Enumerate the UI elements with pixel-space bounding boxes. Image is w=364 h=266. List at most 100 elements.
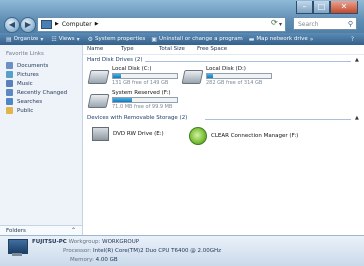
- address-separator-icon: ▶: [55, 21, 59, 27]
- address-chevron-icon[interactable]: ▶: [95, 18, 99, 31]
- chevron-up-icon: ▲: [355, 57, 359, 63]
- group-header-removable[interactable]: Devices with Removable Storage (2): [87, 115, 187, 121]
- clear-connection-icon: [189, 127, 207, 145]
- workgroup-label: Workgroup:: [68, 239, 101, 245]
- drive-item-c[interactable]: Local Disk (C:) 131 GB free of 149 GB: [87, 66, 178, 86]
- documents-icon: [6, 62, 13, 69]
- help-icon[interactable]: ?: [351, 36, 356, 43]
- help-glyph-icon: ?: [350, 35, 354, 43]
- pictures-icon: [6, 71, 13, 78]
- explorer-window: – □ ✕ ◀ ▶ ▶ Computer ▶ ▾ ⟳ Search ⚲ ▤ Or…: [0, 0, 364, 266]
- search-input[interactable]: Search ⚲: [293, 17, 357, 30]
- address-computer-segment[interactable]: Computer: [62, 18, 92, 31]
- sidebar-item-label: Public: [17, 107, 34, 114]
- drive-usage-fill: [113, 98, 132, 102]
- computer-icon: [41, 20, 52, 29]
- searches-icon: [6, 98, 13, 105]
- views-button[interactable]: ☷ Views ▾: [51, 36, 81, 43]
- sidebar-item-searches[interactable]: Searches: [0, 97, 82, 106]
- uninstall-icon: ▣: [151, 35, 158, 43]
- drive-name: System Reserved (F:): [112, 90, 171, 96]
- minimize-button[interactable]: –: [296, 1, 313, 14]
- public-folder-icon: [6, 107, 13, 114]
- search-placeholder: Search: [298, 21, 319, 28]
- folders-toggle[interactable]: Folders ⌃: [0, 225, 82, 235]
- forward-button[interactable]: ▶: [20, 17, 36, 33]
- address-bar[interactable]: ▶ Computer ▶ ▾: [37, 17, 286, 32]
- monitor-shape: [8, 239, 28, 254]
- details-row-processor: Processor: Intel(R) Core(TM)2 Duo CPU T6…: [63, 248, 221, 254]
- sidebar-item-pictures[interactable]: Pictures: [0, 70, 82, 79]
- drive-name: Local Disk (D:): [206, 66, 246, 72]
- organize-button[interactable]: ▤ Organize ▾: [6, 36, 45, 43]
- chevron-down-icon: ▾: [40, 35, 44, 43]
- sidebar-item-label: Searches: [17, 98, 43, 105]
- system-properties-label: System properties: [95, 36, 146, 42]
- folders-label: Folders: [6, 228, 26, 234]
- search-icon[interactable]: ⚲: [348, 18, 353, 31]
- uninstall-label: Uninstall or change a program: [159, 36, 243, 42]
- maximize-button[interactable]: □: [313, 1, 330, 14]
- workgroup-value: WORKGROUP: [102, 239, 140, 245]
- computer-name: FUJITSU-PC: [32, 239, 67, 245]
- computer-icon: [6, 239, 30, 257]
- organize-label: Organize: [13, 36, 39, 42]
- views-icon: ☷: [51, 35, 57, 43]
- refresh-icon[interactable]: ⟳: [271, 18, 278, 27]
- views-label: Views: [58, 36, 75, 42]
- column-header-type[interactable]: Type: [117, 45, 155, 54]
- sidebar-item-label: Documents: [17, 62, 49, 69]
- sidebar-item-label: Music: [17, 80, 33, 87]
- column-header-free-space[interactable]: Free Space: [193, 45, 237, 54]
- hard-drive-icon: [87, 94, 110, 108]
- processor-label: Processor:: [63, 248, 92, 254]
- hard-drive-icon: [181, 70, 204, 84]
- group-divider: [205, 119, 351, 120]
- drive-usage-bar: [112, 97, 178, 103]
- dvd-drive-icon: [92, 127, 109, 141]
- map-network-drive-button[interactable]: ▬ Map network drive »: [249, 36, 316, 43]
- sidebar-item-public[interactable]: Public: [0, 106, 82, 115]
- sidebar-item-documents[interactable]: Documents: [0, 61, 82, 70]
- drive-usage-fill: [113, 74, 121, 78]
- map-network-drive-label: Map network drive: [256, 36, 308, 42]
- sidebar-item-recently-changed[interactable]: Recently Changed: [0, 88, 82, 97]
- chevron-up-icon: ▲: [355, 115, 359, 121]
- details-row-workgroup: FUJITSU-PC Workgroup: WORKGROUP: [32, 239, 139, 245]
- monitor-base-shape: [12, 253, 22, 256]
- favorite-links-label: Favorite Links: [6, 51, 44, 57]
- close-button[interactable]: ✕: [330, 1, 358, 14]
- drive-item-clear[interactable]: CLEAR Connection Manager (F:): [189, 127, 298, 145]
- command-bar: ▤ Organize ▾ ☷ Views ▾ ⚙ System properti…: [0, 33, 364, 45]
- back-button[interactable]: ◀: [4, 17, 20, 33]
- recently-changed-icon: [6, 89, 13, 96]
- drive-name: Local Disk (C:): [112, 66, 152, 72]
- drive-item-system-reserved[interactable]: System Reserved (F:) 71.0 MB free of 99.…: [87, 90, 178, 110]
- group-title: Hard Disk Drives (2): [87, 57, 143, 63]
- memory-value: 4.00 GB: [95, 257, 118, 263]
- drive-usage-bar: [206, 73, 272, 79]
- drive-name: CLEAR Connection Manager (F:): [211, 133, 299, 139]
- column-header-name[interactable]: Name: [83, 45, 117, 54]
- drive-item-d[interactable]: Local Disk (D:) 282 GB free of 314 GB: [181, 66, 272, 86]
- details-pane: FUJITSU-PC Workgroup: WORKGROUP Processo…: [0, 235, 364, 266]
- drive-usage-bar: [112, 73, 178, 79]
- drive-free-text: 131 GB free of 149 GB: [112, 80, 169, 86]
- column-header-row: Name Type Total Size Free Space: [83, 45, 364, 55]
- uninstall-button[interactable]: ▣ Uninstall or change a program: [151, 36, 242, 43]
- details-row-memory: Memory: 4.00 GB: [70, 257, 118, 263]
- group-header-hard-disk[interactable]: Hard Disk Drives (2): [87, 57, 143, 63]
- system-properties-button[interactable]: ⚙ System properties: [88, 36, 146, 43]
- column-header-total-size[interactable]: Total Size: [155, 45, 193, 54]
- network-drive-icon: ▬: [248, 35, 255, 43]
- navigation-pane: Favorite Links Documents Pictures Music …: [0, 45, 83, 235]
- organize-icon: ▤: [6, 35, 12, 43]
- more-chevron-icon: »: [309, 35, 314, 43]
- processor-value: Intel(R) Core(TM)2 Duo CPU T6400 @ 2.00G…: [93, 248, 222, 254]
- content-pane: Name Type Total Size Free Space Hard Dis…: [83, 45, 364, 235]
- music-icon: [6, 80, 13, 87]
- drive-usage-fill: [207, 74, 214, 78]
- sidebar-item-music[interactable]: Music: [0, 79, 82, 88]
- system-properties-icon: ⚙: [87, 35, 94, 43]
- drive-item-dvd[interactable]: DVD RW Drive (E:): [92, 127, 164, 141]
